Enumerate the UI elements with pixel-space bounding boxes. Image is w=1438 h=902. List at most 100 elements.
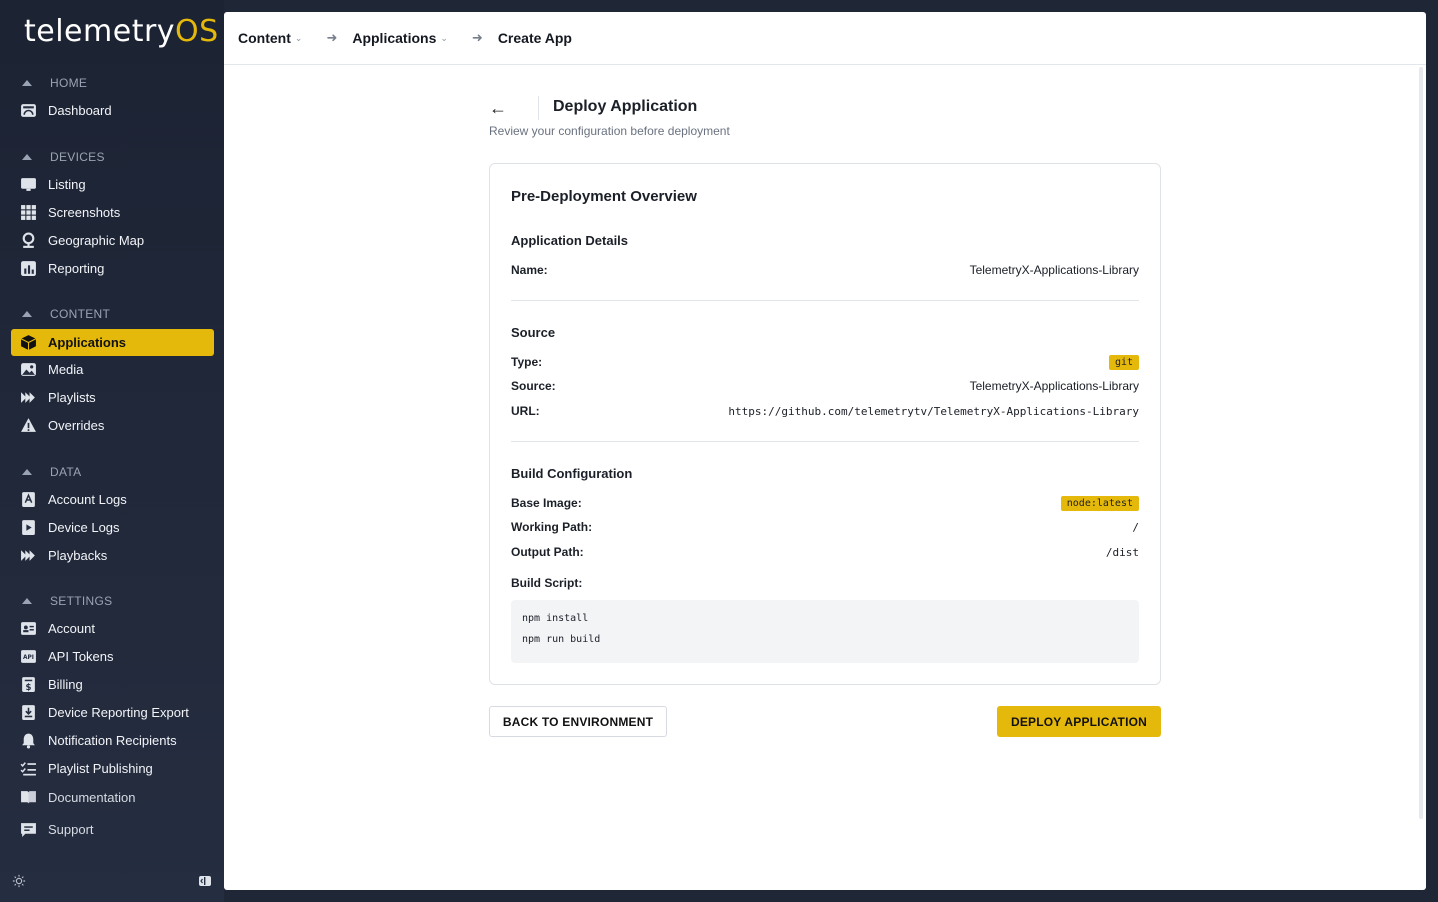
logo-os-text: OS — [175, 14, 219, 49]
base-image-label: Base Image: — [511, 496, 582, 510]
scrollbar[interactable] — [1419, 67, 1423, 819]
code-line: npm run build — [522, 634, 601, 645]
section-devices[interactable]: DEVICES — [20, 147, 105, 167]
sidebar-item-support[interactable]: Support — [11, 816, 214, 843]
svg-text:API: API — [23, 655, 34, 661]
breadcrumb-content[interactable]: Content ⌄ — [238, 30, 302, 46]
sidebar-item-playlist-publishing[interactable]: Playlist Publishing — [11, 755, 214, 782]
section-settings[interactable]: SETTINGS — [20, 591, 112, 611]
section-label: DATA — [50, 465, 82, 479]
sidebar-item-applications[interactable]: Applications — [11, 329, 214, 356]
sidebar-item-account-logs[interactable]: Account Logs — [11, 486, 214, 513]
section-data[interactable]: DATA — [20, 462, 81, 482]
section-content[interactable]: CONTENT — [20, 304, 110, 324]
url-value: https://github.com/telemetrytv/Telemetry… — [728, 404, 1139, 418]
sidebar-item-device-logs[interactable]: Device Logs — [11, 514, 214, 541]
caret-up-icon — [22, 311, 32, 317]
chat-icon — [19, 821, 37, 839]
sidebar-item-label: Device Logs — [48, 520, 120, 535]
image-icon — [19, 361, 37, 379]
sidebar-item-overrides[interactable]: Overrides — [11, 412, 214, 439]
chevron-down-icon: ⌄ — [294, 32, 303, 43]
build-script-row: Build Script: — [511, 574, 1139, 592]
sidebar-item-dashboard[interactable]: Dashboard — [11, 97, 214, 124]
sidebar-item-notification-recipients[interactable]: Notification Recipients — [11, 727, 214, 754]
sidebar-item-screenshots[interactable]: Screenshots — [11, 199, 214, 226]
sidebar-item-label: Support — [48, 822, 94, 837]
svg-text:$: $ — [25, 683, 31, 693]
section-label: DEVICES — [50, 150, 105, 164]
sidebar-item-label: Account — [48, 621, 95, 636]
sidebar-item-reporting[interactable]: Reporting — [11, 255, 214, 282]
sidebar-item-account[interactable]: Account — [11, 615, 214, 642]
sidebar-item-label: Documentation — [48, 790, 136, 805]
logo-text: telemetry — [24, 14, 176, 49]
sidebar: telemetryOS HOME Dashboard DEVICES Listi… — [0, 0, 224, 902]
base-image-badge: node:latest — [1060, 495, 1139, 511]
divider — [511, 441, 1139, 442]
caret-up-icon — [22, 80, 32, 86]
sidebar-item-label: Device Reporting Export — [48, 705, 189, 720]
warning-icon — [19, 417, 37, 435]
sidebar-item-listing[interactable]: Listing — [11, 171, 214, 198]
sidebar-item-playlists[interactable]: Playlists — [11, 384, 214, 411]
arrow-right-icon: ➜ — [326, 30, 338, 45]
monitor-icon — [19, 176, 37, 194]
sidebar-item-label: Media — [48, 362, 84, 377]
page-subtitle: Review your configuration before deploym… — [489, 124, 730, 138]
playback-icon — [19, 547, 37, 565]
back-arrow-icon[interactable]: ← — [489, 98, 509, 119]
working-path-row: Working Path: / — [511, 518, 1139, 536]
working-path-label: Working Path: — [511, 520, 593, 534]
output-path-row: Output Path: /dist — [511, 543, 1139, 561]
type-badge: git — [1108, 354, 1139, 370]
deploy-application-button[interactable]: DEPLOY APPLICATION — [997, 706, 1161, 737]
output-path-label: Output Path: — [511, 545, 584, 559]
section-label: CONTENT — [50, 307, 111, 321]
api-icon: API — [19, 648, 37, 666]
sidebar-item-label: Screenshots — [48, 205, 121, 220]
source-title: Source — [511, 325, 556, 340]
sidebar-item-label: Playlist Publishing — [48, 761, 153, 776]
section-home[interactable]: HOME — [20, 73, 87, 93]
breadcrumb-label: Applications — [352, 30, 437, 46]
map-pin-icon — [19, 232, 37, 250]
account-log-icon — [19, 491, 37, 509]
sidebar-item-label: Dashboard — [48, 103, 112, 118]
grid-icon — [19, 204, 37, 222]
list-check-icon — [19, 760, 37, 778]
divider — [538, 96, 539, 120]
arrow-right-icon: ➜ — [471, 30, 483, 45]
sidebar-item-label: Overrides — [48, 418, 105, 433]
bar-chart-icon — [19, 260, 37, 278]
build-configuration-title: Build Configuration — [511, 466, 633, 481]
sidebar-item-geographic-map[interactable]: Geographic Map — [11, 227, 214, 254]
divider — [511, 300, 1139, 301]
source-source-row: Source: TelemetryX-Applications-Library — [511, 377, 1139, 395]
sidebar-item-device-reporting-export[interactable]: Device Reporting Export — [11, 699, 214, 726]
collapse-sidebar-icon[interactable] — [198, 874, 212, 888]
output-path-value: /dist — [1105, 545, 1139, 559]
logo[interactable]: telemetryOS — [24, 14, 219, 49]
sidebar-item-billing[interactable]: $ Billing — [11, 671, 214, 698]
back-to-environment-button[interactable]: BACK TO ENVIRONMENT — [489, 706, 667, 737]
device-log-icon — [19, 519, 37, 537]
sidebar-item-api-tokens[interactable]: API API Tokens — [11, 643, 214, 670]
url-label: URL: — [511, 404, 540, 418]
breadcrumb-applications[interactable]: Applications ⌄ — [352, 30, 448, 46]
sidebar-item-label: Applications — [48, 335, 127, 350]
bell-icon — [19, 732, 37, 750]
sidebar-item-documentation[interactable]: Documentation — [11, 784, 214, 811]
sidebar-item-label: Account Logs — [48, 492, 127, 507]
name-value: TelemetryX-Applications-Library — [969, 263, 1139, 277]
sidebar-item-playbacks[interactable]: Playbacks — [11, 542, 214, 569]
sidebar-item-media[interactable]: Media — [11, 356, 214, 383]
source-value: TelemetryX-Applications-Library — [969, 379, 1139, 393]
card-title: Pre-Deployment Overview — [511, 188, 697, 205]
section-label: SETTINGS — [50, 594, 113, 608]
download-icon — [19, 704, 37, 722]
name-row: Name: TelemetryX-Applications-Library — [511, 261, 1139, 279]
breadcrumb-label: Content — [238, 30, 291, 46]
book-icon — [19, 789, 37, 807]
theme-toggle-sun-icon[interactable] — [12, 874, 28, 890]
